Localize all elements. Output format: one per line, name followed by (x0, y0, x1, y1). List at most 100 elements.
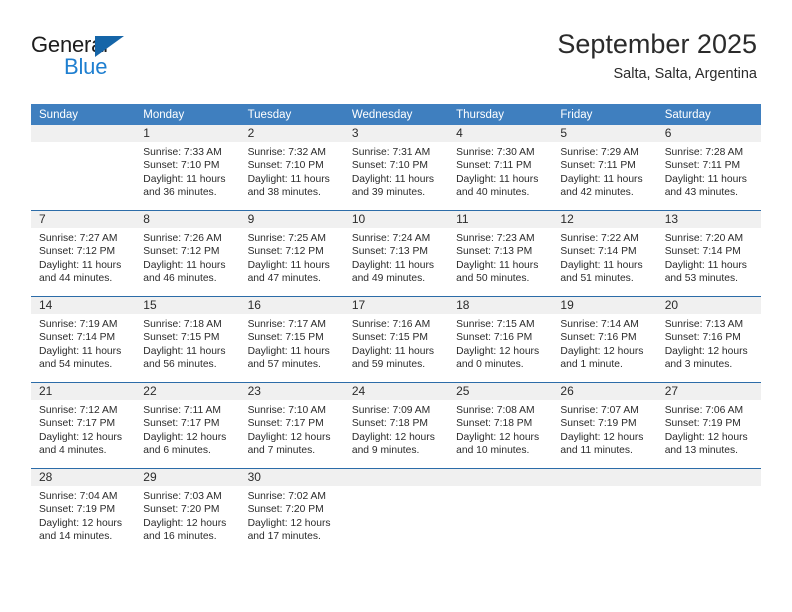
sunset-text: Sunset: 7:12 PM (143, 246, 220, 258)
day-details: Sunrise: 7:07 AM Sunset: 7:19 PM Daylight:… (552, 400, 656, 458)
sunrise-text: Sunrise: 7:25 AM (247, 233, 326, 244)
calendar-cell[interactable]: 5 Sunrise: 7:29 AM Sunset: 7:11 PM Daylight… (552, 125, 657, 211)
calendar-cell[interactable] (448, 468, 553, 554)
daylight-text-line2: and 14 minutes. (39, 531, 113, 543)
day-number: 17 (343, 297, 449, 314)
day-details: Sunrise: 7:12 AM Sunset: 7:17 PM Daylight:… (31, 400, 135, 458)
day-details (552, 486, 656, 490)
daylight-text-line1: Daylight: 11 hours (456, 173, 539, 185)
sunrise-text: Sunrise: 7:31 AM (351, 147, 431, 158)
sunset-text: Sunset: 7:13 PM (351, 246, 428, 258)
day-details: Sunrise: 7:20 AM Sunset: 7:14 PM Daylight:… (657, 228, 761, 286)
day-details: Sunrise: 7:04 AM Sunset: 7:19 PM Daylight:… (31, 486, 135, 544)
calendar-cell[interactable]: 10 Sunrise: 7:24 AM Sunset: 7:13 PM Dayligh… (343, 210, 449, 297)
sunset-text: Sunset: 7:12 PM (39, 246, 116, 258)
calendar-cell[interactable]: 9 Sunrise: 7:25 AM Sunset: 7:12 PM Daylight… (239, 210, 344, 297)
day-number: 20 (656, 297, 761, 314)
day-details: Sunrise: 7:23 AM Sunset: 7:13 PM Daylight:… (448, 228, 552, 286)
calendar-cell[interactable]: 1 Sunrise: 7:33 AM Sunset: 7:10 PM Daylight… (135, 125, 240, 211)
calendar-cell[interactable]: 28 Sunrise: 7:04 AM Sunset: 7:19 PM Dayligh… (31, 468, 136, 554)
day-details: Sunrise: 7:17 AM Sunset: 7:15 PM Daylight:… (240, 314, 344, 372)
calendar-cell[interactable]: 29 Sunrise: 7:03 AM Sunset: 7:20 PM Dayligh… (135, 468, 240, 554)
calendar-grid: Sunday Monday Tuesday Wednesday Thursday… (31, 104, 761, 554)
calendar-cell[interactable]: 24 Sunrise: 7:09 AM Sunset: 7:18 PM Dayligh… (343, 382, 449, 469)
calendar-cell[interactable]: 11 Sunrise: 7:23 AM Sunset: 7:13 PM Dayligh… (448, 210, 553, 297)
day-details: Sunrise: 7:22 AM Sunset: 7:14 PM Daylight:… (552, 228, 656, 286)
calendar-cell[interactable] (656, 468, 761, 554)
calendar-cell[interactable]: 3 Sunrise: 7:31 AM Sunset: 7:10 PM Daylight… (343, 125, 449, 211)
title-block: September 2025 Salta, Salta, Argentina (557, 28, 757, 83)
daylight-text-line2: and 50 minutes. (456, 273, 530, 285)
calendar-cell[interactable]: 21 Sunrise: 7:12 AM Sunset: 7:17 PM Dayligh… (31, 382, 136, 469)
calendar-cell[interactable]: 20 Sunrise: 7:13 AM Sunset: 7:16 PM Dayligh… (656, 296, 761, 383)
day-number: 3 (343, 125, 449, 142)
calendar-cell[interactable]: 18 Sunrise: 7:15 AM Sunset: 7:16 PM Dayligh… (448, 296, 553, 383)
daylight-text-line2: and 11 minutes. (560, 445, 633, 457)
daylight-text-line1: Daylight: 12 hours (39, 431, 122, 443)
calendar-cell[interactable]: 4 Sunrise: 7:30 AM Sunset: 7:11 PM Daylight… (448, 125, 553, 211)
calendar-cell[interactable]: 23 Sunrise: 7:10 AM Sunset: 7:17 PM Dayligh… (239, 382, 344, 469)
daylight-text-line2: and 3 minutes. (664, 359, 733, 371)
day-number: 13 (656, 211, 761, 228)
day-number: 26 (552, 383, 657, 400)
daylight-text-line2: and 51 minutes. (560, 273, 634, 285)
day-details (448, 486, 552, 490)
weekday-header-wednesday: Wednesday (343, 104, 449, 125)
daylight-text-line1: Daylight: 11 hours (143, 259, 226, 271)
logo[interactable]: General Blue (31, 32, 211, 82)
calendar-cell[interactable] (343, 468, 449, 554)
calendar-cell[interactable]: 6 Sunrise: 7:28 AM Sunset: 7:11 PM Daylight… (656, 125, 761, 211)
sunrise-text: Sunrise: 7:10 AM (247, 405, 326, 416)
calendar-cell[interactable]: 7 Sunrise: 7:27 AM Sunset: 7:12 PM Daylight… (31, 210, 136, 297)
daylight-text-line1: Daylight: 11 hours (143, 173, 226, 185)
sunrise-text: Sunrise: 7:22 AM (560, 233, 639, 244)
daylight-text-line2: and 17 minutes. (247, 531, 321, 543)
calendar-cell[interactable]: 22 Sunrise: 7:11 AM Sunset: 7:17 PM Dayligh… (135, 382, 240, 469)
day-details: Sunrise: 7:02 AM Sunset: 7:20 PM Daylight:… (240, 486, 344, 544)
calendar-cell[interactable] (31, 125, 136, 211)
day-number: 9 (239, 211, 344, 228)
sunrise-text: Sunrise: 7:04 AM (39, 491, 118, 502)
calendar-cell[interactable]: 25 Sunrise: 7:08 AM Sunset: 7:18 PM Dayligh… (448, 382, 553, 469)
calendar-cell[interactable] (552, 468, 657, 554)
sunrise-text: Sunrise: 7:15 AM (456, 319, 535, 330)
day-details: Sunrise: 7:33 AM Sunset: 7:10 PM Daylight:… (135, 142, 239, 200)
weekday-header-tuesday: Tuesday (239, 104, 344, 125)
sunset-text: Sunset: 7:20 PM (143, 504, 220, 516)
calendar-cell[interactable]: 27 Sunrise: 7:06 AM Sunset: 7:19 PM Dayligh… (656, 382, 761, 469)
calendar-cell[interactable]: 13 Sunrise: 7:20 AM Sunset: 7:14 PM Dayligh… (656, 210, 761, 297)
day-number: 8 (135, 211, 240, 228)
calendar-body: 1 Sunrise: 7:33 AM Sunset: 7:10 PM Daylight… (31, 125, 761, 554)
calendar-cell[interactable]: 26 Sunrise: 7:07 AM Sunset: 7:19 PM Dayligh… (552, 382, 657, 469)
day-details: Sunrise: 7:15 AM Sunset: 7:16 PM Daylight:… (448, 314, 552, 372)
weekday-header-friday: Friday (552, 104, 657, 125)
calendar-cell[interactable]: 2 Sunrise: 7:32 AM Sunset: 7:10 PM Daylight… (239, 125, 344, 211)
daylight-text-line1: Daylight: 12 hours (560, 345, 644, 357)
daylight-text-line1: Daylight: 12 hours (351, 431, 435, 443)
calendar-cell[interactable]: 19 Sunrise: 7:14 AM Sunset: 7:16 PM Dayligh… (552, 296, 657, 383)
day-details: Sunrise: 7:30 AM Sunset: 7:11 PM Daylight:… (448, 142, 552, 200)
calendar-cell[interactable]: 16 Sunrise: 7:17 AM Sunset: 7:15 PM Dayligh… (239, 296, 344, 383)
day-number (31, 125, 136, 142)
day-number: 7 (31, 211, 136, 228)
daylight-text-line2: and 13 minutes. (664, 445, 738, 457)
daylight-text-line1: Daylight: 11 hours (351, 345, 435, 357)
sunset-text: Sunset: 7:12 PM (247, 246, 324, 258)
sunrise-text: Sunrise: 7:08 AM (456, 405, 535, 416)
calendar-week-row: 21 Sunrise: 7:12 AM Sunset: 7:17 PM Dayligh… (31, 382, 761, 469)
calendar-cell[interactable]: 15 Sunrise: 7:18 AM Sunset: 7:15 PM Dayligh… (135, 296, 240, 383)
day-details: Sunrise: 7:10 AM Sunset: 7:17 PM Daylight:… (240, 400, 344, 458)
calendar-cell[interactable]: 14 Sunrise: 7:19 AM Sunset: 7:14 PM Dayligh… (31, 296, 136, 383)
day-number: 11 (448, 211, 553, 228)
day-details: Sunrise: 7:11 AM Sunset: 7:17 PM Daylight:… (135, 400, 239, 458)
sunrise-text: Sunrise: 7:14 AM (560, 319, 639, 330)
calendar-week-row: 14 Sunrise: 7:19 AM Sunset: 7:14 PM Dayligh… (31, 296, 761, 383)
calendar-cell[interactable]: 8 Sunrise: 7:26 AM Sunset: 7:12 PM Daylight… (135, 210, 240, 297)
calendar-cell[interactable]: 12 Sunrise: 7:22 AM Sunset: 7:14 PM Dayligh… (552, 210, 657, 297)
sunset-text: Sunset: 7:11 PM (456, 160, 532, 172)
calendar-cell[interactable]: 17 Sunrise: 7:16 AM Sunset: 7:15 PM Dayligh… (343, 296, 449, 383)
daylight-text-line2: and 53 minutes. (664, 273, 738, 285)
daylight-text-line2: and 10 minutes. (456, 445, 530, 457)
calendar-cell[interactable]: 30 Sunrise: 7:02 AM Sunset: 7:20 PM Dayligh… (239, 468, 344, 554)
day-number: 19 (552, 297, 657, 314)
